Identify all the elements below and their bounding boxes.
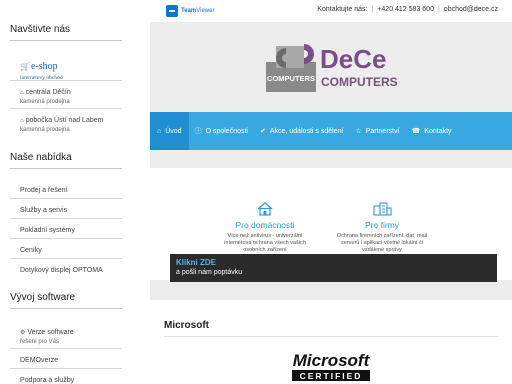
teamviewer-link[interactable]: TeamViewer [166, 5, 214, 17]
main-nav: ⌂ Úvod ⓘ O společnosti ✔ Akce, události s s… [150, 112, 512, 150]
dece-logo[interactable]: COMPUTERS DeCe COMPUTERS [266, 40, 398, 96]
nav-home[interactable]: ⌂ Úvod [150, 112, 189, 150]
location-link-usti[interactable]: ⌂ pobočka Ústí nad Labem kamenná prodejna [20, 116, 103, 135]
divider [10, 108, 122, 109]
offer-item[interactable]: Služby a servis [20, 206, 67, 215]
offer-item[interactable]: Pokladní systémy [20, 226, 75, 235]
section-title: Microsoft [164, 320, 209, 331]
nav-label: Kontakty [424, 127, 452, 135]
nav-contacts[interactable]: ☎ Kontakty [406, 112, 458, 150]
logo-area: COMPUTERS DeCe COMPUTERS [150, 22, 512, 112]
handshake-icon: ☆ [355, 128, 362, 135]
cta-title: Klikni ZDE [176, 258, 217, 267]
contact-bar: Kontaktujte nás: | +420 412 583 600 | obchod… [317, 6, 498, 13]
service-title: Pro firmy [365, 220, 399, 230]
divider [10, 368, 122, 369]
home-icon: ⌂ [20, 118, 24, 124]
phone-link[interactable]: +420 412 583 600 [377, 6, 434, 13]
divider [10, 258, 122, 259]
home-icon: ⌂ [157, 127, 162, 135]
home-icon: ⌂ [20, 90, 24, 96]
logo-brand-sub: COMPUTERS [321, 75, 398, 89]
cart-icon: 🛒 [20, 62, 30, 71]
service-business[interactable]: Pro firmy Ochrana firemních zařízení, da… [332, 202, 432, 254]
svg-text:Microsoft: Microsoft [293, 351, 371, 370]
cta-subtitle: a pošli nám poptávku [176, 269, 243, 276]
visit-heading: Navštivte nás [10, 24, 71, 35]
location-sub: kamenná prodejna [20, 127, 70, 133]
offer-item[interactable]: Prodej a řešení [20, 186, 67, 195]
divider [10, 238, 122, 239]
thumbs-up-icon: ✔ [260, 128, 266, 135]
divider [10, 80, 122, 81]
offer-item[interactable]: Dotykový displej OPTOMA [20, 266, 103, 275]
divider [10, 198, 122, 199]
contact-label: Kontaktujte nás: [317, 6, 368, 13]
divider [10, 348, 122, 349]
inquiry-banner[interactable]: Klikni ZDE a pošli nám poptávku [170, 254, 497, 282]
divider [10, 40, 122, 41]
nav-about[interactable]: ⓘ O společnosti [189, 112, 254, 150]
service-desc: Více než antivirus - univerzální interne… [224, 233, 306, 253]
service-desc: Ochrana firemních zařízení, dat, mail se… [336, 233, 428, 253]
teamviewer-icon [166, 5, 178, 17]
nav-label: Úvod [165, 127, 182, 135]
location-link-decin[interactable]: ⌂ centrála Děčín kamenná prodejna [20, 88, 71, 107]
top-bar: TeamViewer Kontaktujte nás: | +420 412 583… [150, 0, 512, 22]
service-title: Pro domácnosti [235, 220, 295, 230]
teamviewer-label: TeamViewer [181, 8, 215, 14]
logo-left-text: COMPUTERS [267, 74, 315, 83]
dev-item-versions[interactable]: ⚙ Verze software řešení pro Vás [20, 328, 74, 347]
phone-icon: ☎ [411, 128, 421, 135]
divider [164, 336, 498, 337]
nav-label: O společnosti [205, 127, 248, 135]
dev-item-label: Verze software [27, 329, 74, 336]
nav-label: Akce, události s sdělení [269, 127, 344, 135]
dev-heading: Vývoj software [10, 292, 76, 303]
house-icon [257, 202, 273, 216]
dev-item-support[interactable]: Podpora a služby [20, 376, 74, 384]
eshop-label: e-shop [30, 61, 58, 72]
email-link[interactable]: obchod@dece.cz [444, 6, 498, 13]
service-home[interactable]: Pro domácnosti Více než antivirus - univ… [215, 202, 315, 254]
wrench-icon: ⚙ [20, 330, 26, 336]
offer-item[interactable]: Ceníky [20, 246, 42, 255]
info-icon: ⓘ [194, 128, 202, 135]
microsoft-certified-logo: Microsoft CERTIFIED [292, 351, 371, 381]
divider [10, 218, 122, 219]
eshop-link[interactable]: 🛒e-shop internetový obchod [20, 56, 63, 81]
location-label: centrála Děčín [25, 89, 71, 96]
sidebar: Navštivte nás 🛒e-shop internetový obchod… [0, 0, 130, 384]
divider [10, 168, 122, 169]
offer-heading: Naše nabídka [10, 152, 72, 163]
nav-partnership[interactable]: ☆ Partnerství [349, 112, 405, 150]
dev-item-sub: řešení pro Vás [20, 339, 60, 345]
nav-events[interactable]: ✔ Akce, události s sdělení [254, 112, 349, 150]
location-label: pobočka Ústí nad Labem [25, 117, 104, 124]
main-content: TeamViewer Kontaktujte nás: | +420 412 583… [150, 0, 512, 384]
page: Navštivte nás 🛒e-shop internetový obchod… [0, 0, 512, 384]
svg-text:CERTIFIED: CERTIFIED [300, 371, 363, 381]
location-sub: kamenná prodejna [20, 99, 70, 105]
nav-label: Partnerství [365, 127, 400, 135]
logo-brand: DeCe [320, 44, 386, 74]
dev-item-demo[interactable]: DEMOverze [20, 356, 58, 365]
microsoft-card: Microsoft Microsoft CERTIFIED [150, 300, 512, 384]
buildings-icon [373, 202, 392, 216]
divider [10, 308, 122, 309]
